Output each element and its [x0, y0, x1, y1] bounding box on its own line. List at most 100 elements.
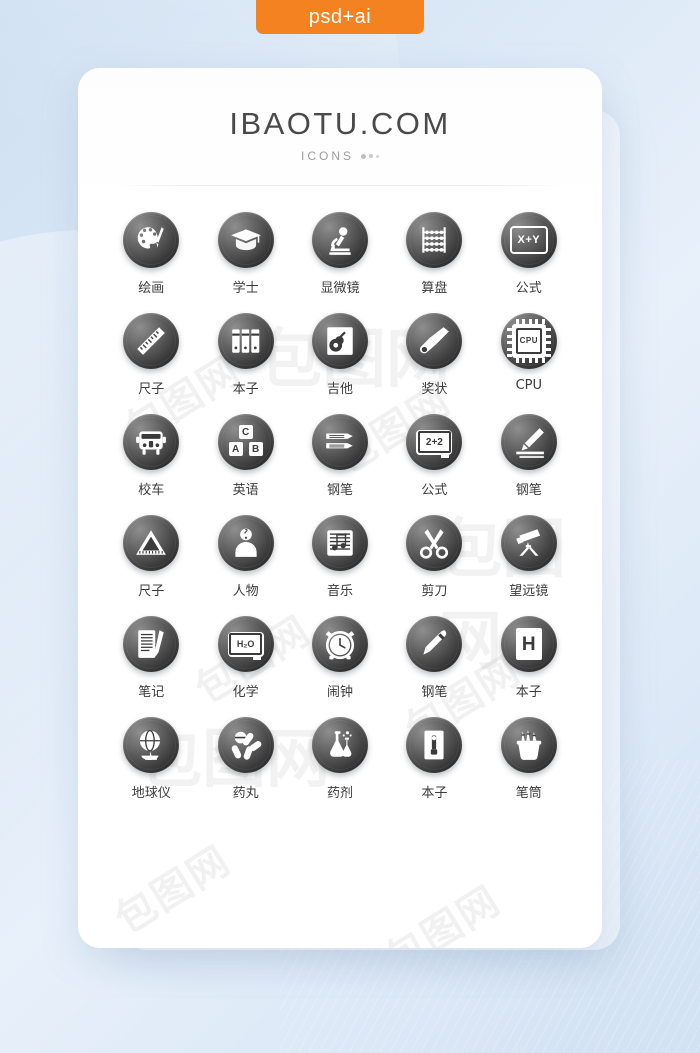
icon-cell[interactable]: 算盘 — [387, 212, 481, 296]
triangle-ruler-icon[interactable] — [123, 515, 180, 571]
icon-cell[interactable]: 绘画 — [104, 212, 198, 296]
icon-cell[interactable]: 地球仪 — [104, 717, 198, 801]
pencil-write-icon[interactable] — [500, 414, 557, 470]
fountain-pen-icon[interactable] — [406, 616, 463, 672]
icon-label: 本子 — [232, 382, 259, 397]
icon-label: 闹钟 — [326, 685, 353, 700]
pills-icon[interactable] — [217, 717, 274, 773]
icon-cell[interactable]: 钢笔 — [482, 414, 576, 498]
icon-cell[interactable]: 闹钟 — [293, 616, 387, 700]
watermark-text: 包图网 — [378, 878, 509, 948]
icon-label: 英语 — [232, 483, 259, 498]
icon-cell[interactable]: C A B 英语 — [198, 414, 292, 498]
icon-cell[interactable]: 学士 — [198, 212, 292, 296]
icon-label: 药剂 — [326, 786, 353, 801]
watermark-text: 包图网 — [108, 838, 239, 943]
icon-grid: 绘画 学士 显微镜 算盘 X+Y 公式 尺子 本子 吉他 奖状 CPU CPU 校车 C A B 英语 钢笔 2+2… — [78, 212, 602, 801]
alarm-clock-icon[interactable] — [311, 616, 368, 672]
icon-label: 本子 — [421, 786, 448, 801]
person-icon[interactable] — [217, 515, 274, 571]
icon-label: 吉他 — [326, 382, 353, 397]
icon-cell[interactable]: 尺子 — [104, 515, 198, 599]
icon-label: 剪刀 — [421, 584, 448, 599]
telescope-icon[interactable] — [500, 515, 557, 571]
graduation-cap-icon[interactable] — [217, 212, 274, 268]
icon-label: 钢笔 — [515, 483, 542, 498]
icon-label: 钢笔 — [326, 483, 353, 498]
icon-cell[interactable]: 本子 — [198, 313, 292, 397]
icon-cell[interactable]: H₂O 化学 — [198, 616, 292, 700]
notes-icon[interactable] — [123, 616, 180, 672]
icon-label: 校车 — [138, 483, 165, 498]
school-bus-icon[interactable] — [123, 414, 180, 470]
icon-label: 音乐 — [326, 584, 353, 599]
icon-cell[interactable]: 尺子 — [104, 313, 198, 397]
pen-lines-icon[interactable] — [311, 414, 368, 470]
icon-label: 化学 — [232, 685, 259, 700]
chemistry-h2o-icon[interactable]: H₂O — [217, 616, 274, 672]
icon-cell[interactable]: 钢笔 — [387, 616, 481, 700]
icon-cell[interactable]: 显微镜 — [293, 212, 387, 296]
icon-cell[interactable]: 笔记 — [104, 616, 198, 700]
format-tag: psd+ai — [256, 0, 424, 34]
icon-cell[interactable]: 笔筒 — [482, 717, 576, 801]
notebook-pen-icon[interactable] — [406, 717, 463, 773]
page-title: IBAOTU.COM — [229, 106, 451, 141]
icon-cell[interactable]: 剪刀 — [387, 515, 481, 599]
icon-label: 显微镜 — [320, 281, 360, 296]
icon-label: 人物 — [232, 584, 259, 599]
icon-label: 笔筒 — [515, 786, 542, 801]
icon-label: 算盘 — [421, 281, 448, 296]
abacus-icon[interactable] — [406, 212, 463, 268]
formula-xy-icon[interactable]: X+Y — [500, 212, 557, 268]
ruler-icon[interactable] — [123, 313, 180, 369]
icon-set-card: 包图网 包图网 包图网 包图网 包图网 包图网 包图网 包图网 包图网 IBAO… — [78, 68, 602, 948]
globe-stand-icon[interactable] — [123, 717, 180, 773]
flask-potion-icon[interactable] — [311, 717, 368, 773]
icon-cell[interactable]: 药丸 — [198, 717, 292, 801]
icon-cell[interactable]: 人物 — [198, 515, 292, 599]
binders-icon[interactable] — [217, 313, 274, 369]
icon-cell[interactable]: 药剂 — [293, 717, 387, 801]
scissors-icon[interactable] — [406, 515, 463, 571]
icon-label: 尺子 — [138, 382, 165, 397]
card-header: IBAOTU.COM ICONS — [78, 68, 602, 163]
icon-cell[interactable]: 校车 — [104, 414, 198, 498]
icon-cell[interactable]: 奖状 — [387, 313, 481, 397]
award-scroll-icon[interactable] — [406, 313, 463, 369]
abc-blocks-icon[interactable]: CAB — [217, 414, 274, 470]
icon-cell[interactable]: H 本子 — [482, 616, 576, 700]
blackboard-math-icon[interactable]: 2+2 — [406, 414, 463, 470]
guitar-icon[interactable] — [311, 313, 368, 369]
icon-cell[interactable]: 音乐 — [293, 515, 387, 599]
icon-label: 本子 — [515, 685, 542, 700]
dots-icon — [361, 153, 379, 159]
icon-label: 绘画 — [138, 281, 165, 296]
card-subtitle: ICONS — [78, 149, 602, 163]
icon-cell[interactable]: 吉他 — [293, 313, 387, 397]
icon-cell[interactable]: 2+2 公式 — [387, 414, 481, 498]
icon-label: 奖状 — [421, 382, 448, 397]
icon-label: 药丸 — [232, 786, 259, 801]
music-sheet-icon[interactable] — [311, 515, 368, 571]
icon-label: 地球仪 — [131, 786, 171, 801]
book-h-icon[interactable]: H — [500, 616, 557, 672]
microscope-icon[interactable] — [311, 212, 368, 268]
icon-cell[interactable]: 望远镜 — [482, 515, 576, 599]
icon-cell[interactable]: X+Y 公式 — [482, 212, 576, 296]
format-tag-label: psd+ai — [308, 5, 372, 28]
icon-label: CPU — [515, 378, 543, 393]
icon-label: 钢笔 — [421, 685, 448, 700]
icon-label: 学士 — [232, 281, 259, 296]
icon-cell[interactable]: CPU CPU — [482, 313, 576, 397]
icon-label: 公式 — [421, 483, 448, 498]
icon-cell[interactable]: 钢笔 — [293, 414, 387, 498]
palette-icon[interactable] — [123, 212, 180, 268]
header-divider — [112, 185, 568, 186]
pen-holder-icon[interactable] — [500, 717, 557, 773]
cpu-chip-icon[interactable]: CPU — [500, 313, 557, 369]
icon-label: 笔记 — [138, 685, 165, 700]
icon-label: 望远镜 — [509, 584, 549, 599]
icon-cell[interactable]: 本子 — [387, 717, 481, 801]
card-subtitle-label: ICONS — [300, 149, 354, 163]
